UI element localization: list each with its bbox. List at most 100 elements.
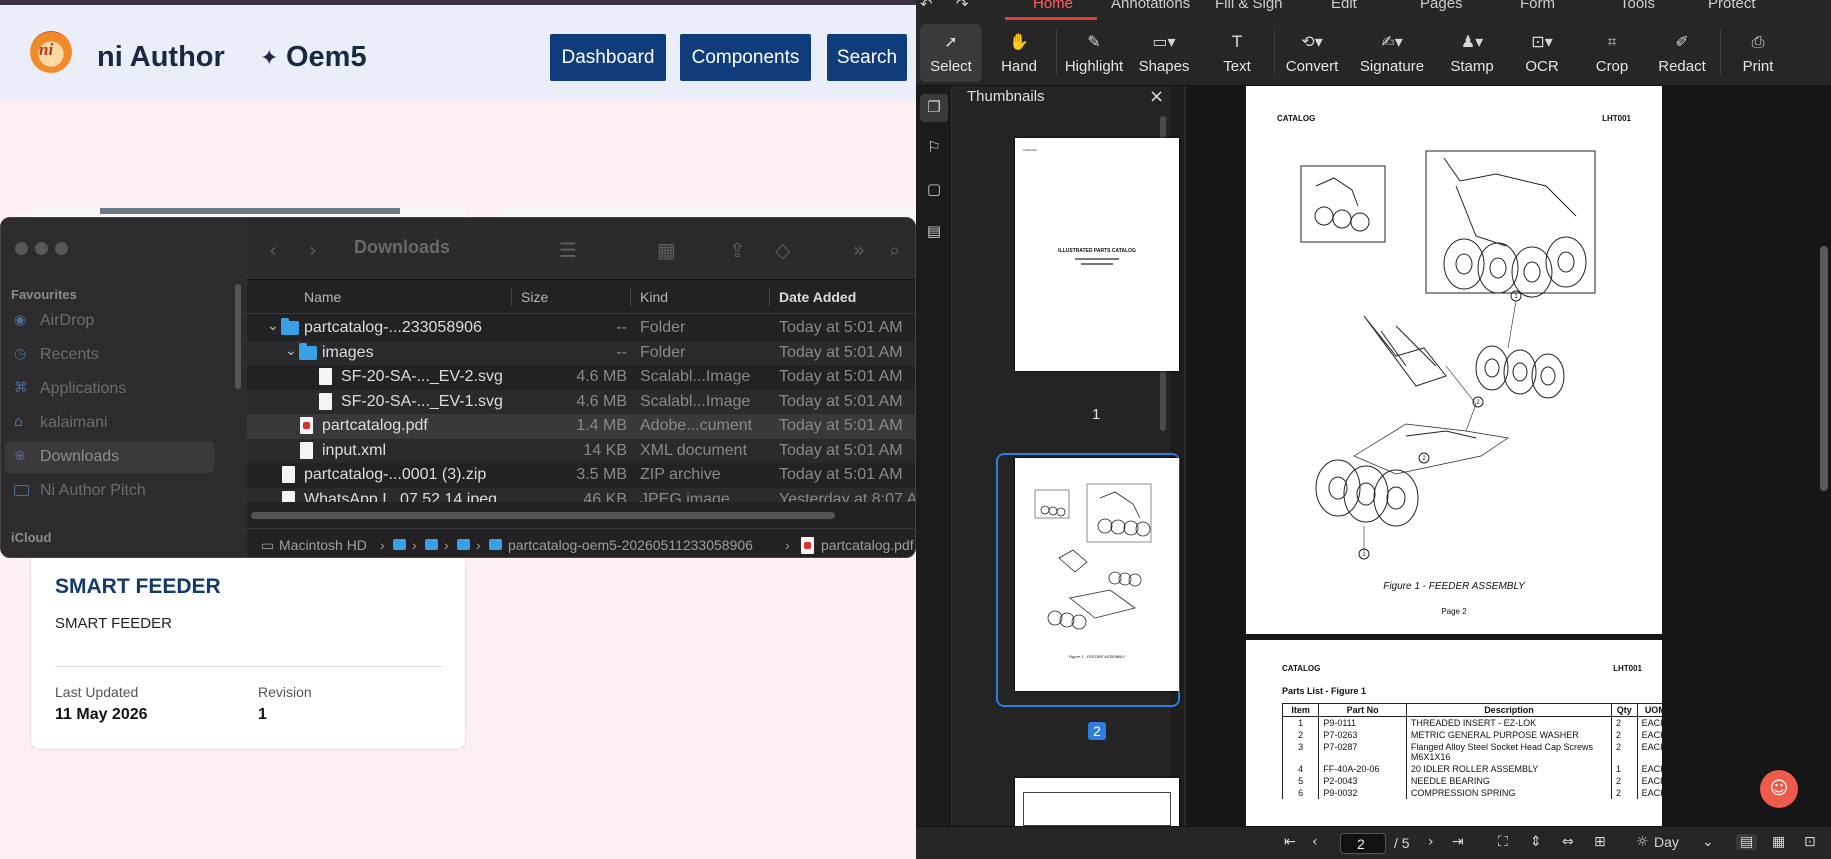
horizontal-scrollbar[interactable]	[251, 512, 835, 519]
minimize-window-button[interactable]	[35, 242, 48, 255]
path-segment[interactable]: partcatalog-oem5-20260511233058906	[508, 537, 753, 553]
tab-annotations[interactable]: Annotations	[1111, 0, 1190, 12]
search-button[interactable]: Search	[827, 34, 907, 81]
tab-protect[interactable]: Protect	[1708, 0, 1756, 12]
grid-view-icon[interactable]: ▦	[1772, 834, 1785, 850]
tag-icon[interactable]: ◇	[775, 238, 790, 262]
thumbnail-page-2[interactable]: Figure 1 - FEEDER ASSEMBLY	[1015, 458, 1179, 691]
redact-tool[interactable]: ✐ Redact	[1650, 24, 1714, 82]
ocr-tool[interactable]: ⊡▾ OCR	[1510, 24, 1574, 82]
column-date-added[interactable]: Date Added	[779, 289, 856, 305]
thumbnails-panel-icon[interactable]: ❐	[920, 94, 948, 122]
components-button[interactable]: Components	[680, 34, 811, 81]
view-mode-label[interactable]: Day	[1654, 834, 1679, 850]
chevron-down-icon[interactable]: ⌄	[1702, 834, 1714, 850]
assistant-fab-icon[interactable]: ☺	[1760, 770, 1798, 808]
chevron-down-icon[interactable]: ⌄	[267, 318, 279, 334]
dashboard-button[interactable]: Dashboard	[550, 34, 666, 81]
sidebar-item-ni-author-pitch[interactable]: Ni Author Pitch	[5, 475, 215, 507]
zoom-window-button[interactable]	[55, 242, 68, 255]
shapes-tool[interactable]: ▭▾ Shapes	[1132, 24, 1196, 82]
comments-icon[interactable]: ▢	[924, 180, 944, 200]
group-icon[interactable]: ▦	[657, 238, 676, 262]
finder-window[interactable]: Favourites ◉ AirDrop ◷ Recents ⌘ Applica…	[0, 217, 916, 558]
more-icon[interactable]: »	[853, 238, 865, 262]
file-row[interactable]: SF-20-SA-..._EV-1.svg 4.6 MB Scalabl...I…	[247, 389, 915, 414]
parts-table-cell: 20 IDLER ROLLER ASSEMBLY	[1405, 763, 1613, 775]
last-page-icon[interactable]: ⇥	[1452, 834, 1464, 850]
previous-page-icon[interactable]: ‹	[1312, 834, 1318, 850]
single-page-view-icon[interactable]: ▤	[1736, 834, 1758, 850]
fit-page-icon[interactable]: ⛶	[1498, 834, 1508, 850]
close-window-button[interactable]	[15, 242, 28, 255]
folder-icon[interactable]	[425, 539, 438, 550]
sidebar-item-kalaimani[interactable]: ⌂ kalaimani	[5, 407, 215, 439]
share-icon[interactable]: ⇪	[729, 238, 746, 262]
next-page-icon[interactable]: ›	[1428, 834, 1434, 850]
column-name[interactable]: Name	[304, 289, 341, 305]
thumbnail-page-3[interactable]	[1015, 778, 1179, 826]
back-icon[interactable]: ‹	[269, 238, 277, 262]
close-icon[interactable]: ×	[1149, 86, 1164, 107]
two-page-icon[interactable]: ⊞	[1594, 834, 1606, 850]
tab-tools[interactable]: Tools	[1620, 0, 1655, 12]
convert-icon: ⟲▾	[1301, 32, 1323, 51]
tab-pages[interactable]: Pages	[1420, 0, 1463, 12]
day-mode-icon[interactable]: ☼	[1636, 834, 1649, 850]
fit-width-icon[interactable]: ⇕	[1530, 834, 1542, 850]
file-row[interactable]: ⌄ images -- Folder Today at 5:01 AM	[247, 340, 915, 365]
document-viewer[interactable]: CATALOG LHT001 1 2 2 1 Figure 1 - FEEDER…	[1184, 86, 1831, 826]
signature-tool[interactable]: ✍▾ Signature	[1352, 24, 1432, 82]
path-segment[interactable]: Macintosh HD	[279, 537, 367, 553]
ni-logo-icon[interactable]: ni	[30, 31, 72, 73]
column-kind[interactable]: Kind	[640, 289, 668, 305]
file-row[interactable]: WhatsApp I...07.52.14.jpeg 46 KB JPEG im…	[247, 487, 915, 502]
file-row[interactable]: partcatalog.pdf 1.4 MB Adobe...cument To…	[247, 414, 915, 439]
file-date: Today at 5:01 AM	[779, 343, 903, 361]
thumbnail-page-1[interactable]: CATALOG ILLUSTRATED PARTS CATALOG	[1015, 138, 1179, 371]
card-title[interactable]: SMART FEEDER	[55, 575, 221, 599]
file-row[interactable]: input.xml 14 KB XML document Today at 5:…	[247, 438, 915, 463]
folder-icon[interactable]	[393, 539, 406, 550]
component-card[interactable]: SMART FEEDER SMART FEEDER Last Updated 1…	[30, 550, 466, 750]
splitter[interactable]	[1184, 86, 1186, 826]
sidebar-item-airdrop[interactable]: ◉ AirDrop	[5, 305, 215, 337]
sidebar-item-applications[interactable]: ⌘ Applications	[5, 373, 215, 405]
viewer-scrollbar[interactable]	[1820, 246, 1828, 491]
folder-icon[interactable]	[457, 539, 470, 550]
redo-icon[interactable]: ↷	[956, 0, 969, 13]
forward-icon[interactable]: ›	[309, 238, 317, 262]
folder-icon[interactable]	[489, 539, 502, 550]
chevron-down-icon[interactable]: ⌄	[285, 343, 297, 359]
attachments-icon[interactable]: ▤	[924, 222, 944, 242]
scan-icon[interactable]: ⊡	[1804, 834, 1816, 850]
file-row[interactable]: partcatalog-...0001 (3).zip 3.5 MB ZIP a…	[247, 463, 915, 488]
text-tool[interactable]: T Text	[1206, 24, 1268, 82]
select-tool[interactable]: ➚ Select	[920, 24, 982, 82]
hand-tool[interactable]: ✋ Hand	[988, 24, 1050, 82]
file-row[interactable]: ⌄ partcatalog-...233058906 -- Folder Tod…	[247, 316, 915, 341]
list-view-icon[interactable]: ☰	[559, 238, 577, 262]
bookmark-icon[interactable]: ⚐	[924, 138, 944, 158]
highlight-tool[interactable]: ✎ Highlight	[1062, 24, 1126, 82]
sidebar-scrollbar[interactable]	[235, 284, 241, 389]
column-size[interactable]: Size	[521, 289, 548, 305]
page-number-input[interactable]	[1340, 833, 1386, 854]
convert-tool[interactable]: ⟲▾ Convert	[1280, 24, 1344, 82]
stamp-tool[interactable]: ♟▾ Stamp	[1440, 24, 1504, 82]
print-tool[interactable]: ⎙ Print	[1726, 24, 1790, 82]
tab-form[interactable]: Form	[1520, 0, 1555, 12]
undo-icon[interactable]: ↶	[920, 0, 933, 13]
tab-fill-sign[interactable]: Fill & Sign	[1215, 0, 1283, 12]
path-segment[interactable]: partcatalog.pdf	[821, 537, 914, 553]
sidebar-item-downloads[interactable]: ⊕ Downloads	[5, 441, 215, 473]
crop-tool[interactable]: ⌗ Crop	[1580, 24, 1644, 82]
file-row[interactable]: SF-20-SA-..._EV-2.svg 4.6 MB Scalabl...I…	[247, 365, 915, 390]
tab-edit[interactable]: Edit	[1331, 0, 1357, 12]
sidebar-item-recents[interactable]: ◷ Recents	[5, 339, 215, 371]
first-page-icon[interactable]: ⇤	[1284, 834, 1296, 850]
search-icon[interactable]: ⌕	[889, 238, 900, 262]
actual-size-icon[interactable]: ⇔	[1562, 834, 1574, 850]
tab-home[interactable]: Home	[1033, 0, 1073, 12]
card-divider	[55, 666, 443, 667]
